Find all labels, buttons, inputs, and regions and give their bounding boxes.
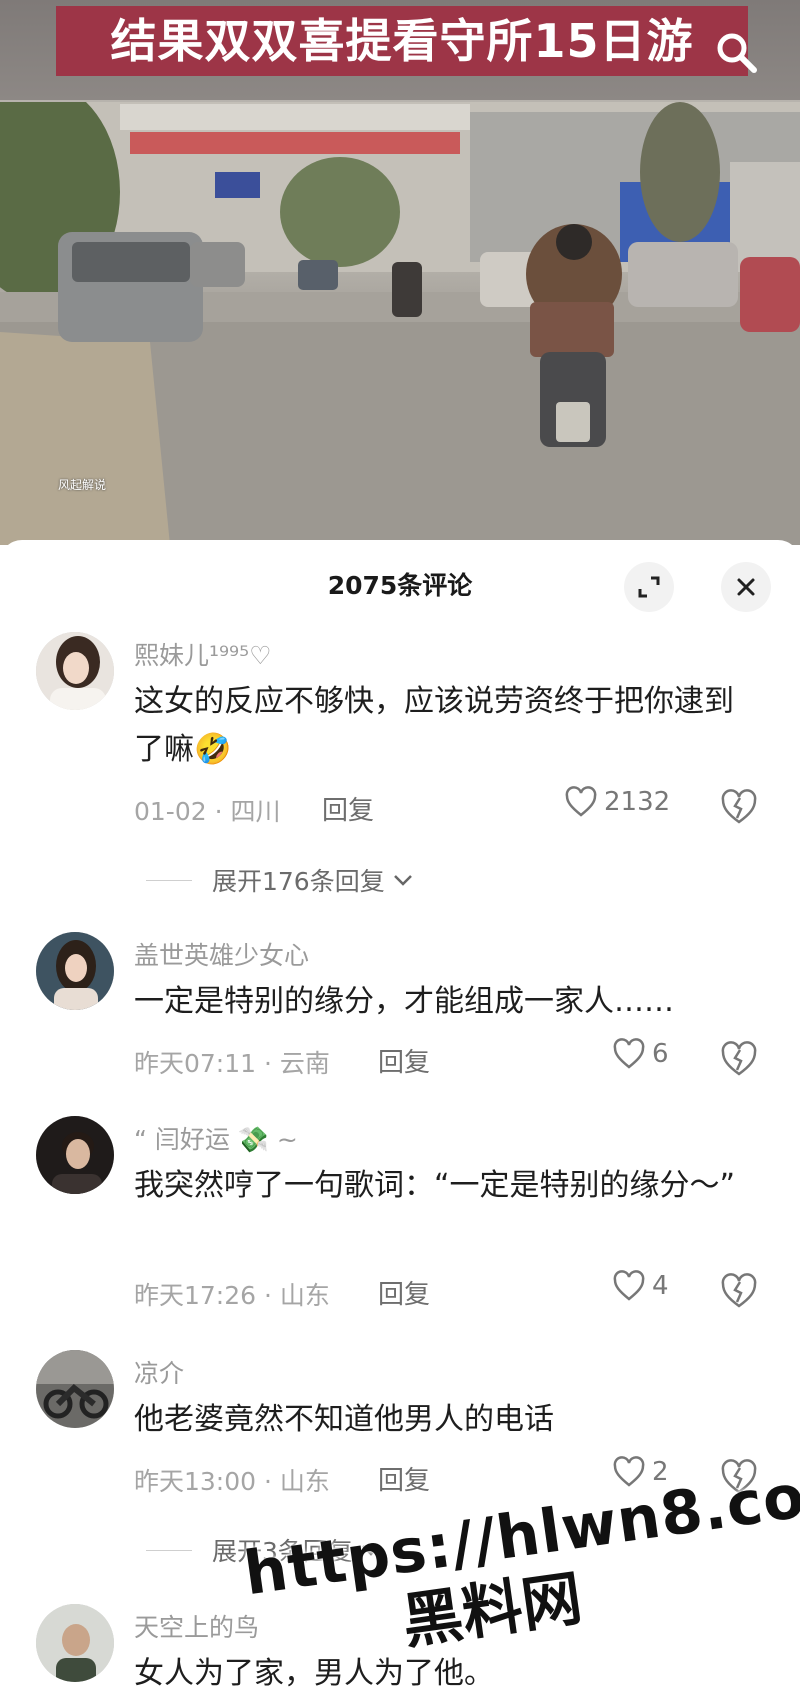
reply-button[interactable]: 回复 [322, 790, 374, 827]
close-button[interactable] [721, 562, 771, 612]
comment-meta: 昨天13:00 · 山东 [134, 1467, 330, 1496]
like-count: 2132 [604, 787, 671, 817]
comment-username[interactable]: 盖世英雄少女心 [134, 936, 309, 972]
like-button[interactable]: 2132 [564, 786, 670, 818]
like-count: 6 [652, 1039, 669, 1069]
comment-username[interactable]: 天空上的鸟 [134, 1608, 259, 1644]
avatar[interactable] [36, 632, 114, 710]
heart-icon [565, 786, 597, 817]
expand-replies-button[interactable]: 展开176条回复 [146, 862, 415, 898]
close-icon [737, 578, 755, 596]
comment-text: 他老婆竟然不知道他男人的电话 [134, 1402, 554, 1437]
fullscreen-button[interactable] [624, 562, 674, 612]
like-count: 4 [652, 1271, 669, 1301]
comment-meta: 昨天17:26 · 山东 [134, 1281, 330, 1310]
comment-text: 一定是特别的缘分，才能组成一家人…… [134, 984, 674, 1019]
chevron-down-icon [393, 875, 412, 886]
comment-text: 这女的反应不够快，应该说劳资终于把你逮到了嘛🤣 [134, 684, 734, 767]
avatar[interactable] [36, 1116, 114, 1194]
avatar[interactable] [36, 932, 114, 1010]
like-button[interactable]: 4 [612, 1270, 669, 1302]
comments-count-title: 2075条评论 [327, 571, 473, 600]
reply-button[interactable]: 回复 [378, 1274, 430, 1311]
comment-meta: 01-02 · 四川 [134, 797, 281, 826]
video-frame [0, 102, 800, 545]
dislike-icon[interactable] [720, 788, 758, 826]
heart-icon [613, 1038, 645, 1069]
heart-icon [613, 1270, 645, 1301]
like-button[interactable]: 6 [612, 1038, 669, 1070]
video-source-watermark: 风起解说 [58, 478, 107, 492]
expand-icon [638, 576, 660, 598]
avatar[interactable] [36, 1604, 114, 1682]
comment-username[interactable]: 凉介 [134, 1354, 184, 1390]
avatar[interactable] [36, 1350, 114, 1428]
dislike-icon[interactable] [720, 1272, 758, 1310]
video-player[interactable]: 结果双双喜提看守所15日游 风起解说 [0, 0, 800, 545]
comment-meta: 昨天07:11 · 云南 [134, 1049, 330, 1078]
comment-text: 我突然哼了一句歌词：“一定是特别的缘分～” [134, 1168, 736, 1203]
video-caption: 结果双双喜提看守所15日游 [56, 6, 748, 76]
comment-username[interactable]: “ 闫好运 💸 ~ [134, 1120, 298, 1156]
reply-button[interactable]: 回复 [378, 1042, 430, 1079]
expand-replies-label: 展开176条回复 [212, 867, 385, 896]
comment-username[interactable]: 熙妹儿¹⁹⁹⁵♡ [134, 636, 272, 672]
reply-button[interactable]: 回复 [378, 1460, 430, 1497]
dislike-icon[interactable] [720, 1040, 758, 1078]
search-icon[interactable] [712, 28, 762, 78]
